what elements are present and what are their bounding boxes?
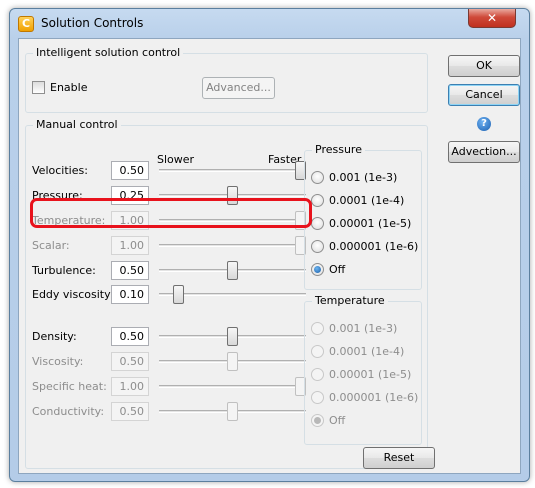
- viscosity-value-field[interactable]: 0.50: [111, 352, 149, 371]
- pressure-option-label: 0.000001 (1e-6): [329, 240, 419, 253]
- temperature-option-label: 0.001 (1e-3): [329, 322, 398, 335]
- solution-controls-window: C Solution Controls ✕ Intelligent soluti…: [9, 8, 530, 482]
- enable-label: Enable: [50, 81, 88, 94]
- specific-heat-label: Specific heat:: [32, 380, 107, 393]
- temperature-radio-selected-dot: [314, 417, 321, 424]
- temperature-option-label: Off: [329, 414, 346, 427]
- pressure-option-label: 0.001 (1e-3): [329, 171, 398, 184]
- turbulence-label: Turbulence:: [32, 264, 96, 277]
- pressure-radio-0-0001[interactable]: [311, 194, 324, 207]
- pressure-radio-selected-dot: [314, 266, 321, 273]
- advanced-button[interactable]: Advanced...: [202, 77, 275, 99]
- ok-button[interactable]: OK: [448, 55, 520, 77]
- turbulence-slider-thumb[interactable]: [227, 261, 238, 280]
- slower-label: Slower: [157, 153, 195, 166]
- scalar-slider-track: [159, 244, 306, 247]
- temperature-option-label: 0.00001 (1e-5): [329, 368, 412, 381]
- pressure-group: Pressure 0.001 (1e-3) 0.0001 (1e-4) 0.0000…: [304, 143, 422, 290]
- density-slider-thumb[interactable]: [227, 327, 238, 346]
- temperature-group: Temperature 0.001 (1e-3) 0.0001 (1e-4) 0.0…: [304, 294, 422, 445]
- intelligent-solution-title: Intelligent solution control: [33, 46, 184, 59]
- temperature-radio-0-00001[interactable]: [311, 368, 324, 381]
- eddy-viscosity-slider-thumb[interactable]: [173, 285, 184, 304]
- temperature-option-label: 0.000001 (1e-6): [329, 391, 419, 404]
- velocities-slider-track: [159, 169, 306, 172]
- pressure-row-highlight: [30, 198, 312, 228]
- density-value-field[interactable]: 0.50: [111, 327, 149, 346]
- pressure-group-title: Pressure: [312, 143, 365, 156]
- cancel-button[interactable]: Cancel: [448, 84, 520, 106]
- dialog-body: Intelligent solution control Enable Adva…: [18, 38, 521, 474]
- manual-control-group: Manual control Slower Faster Velocities:…: [25, 118, 435, 469]
- pressure-radio-0-000001[interactable]: [311, 240, 324, 253]
- viscosity-label: Viscosity:: [32, 355, 84, 368]
- specific-heat-slider-track: [159, 385, 306, 388]
- reset-button[interactable]: Reset: [363, 447, 435, 469]
- window-title: Solution Controls: [41, 16, 144, 30]
- title-bar[interactable]: C Solution Controls ✕: [10, 9, 529, 37]
- pressure-option-label: 0.0001 (1e-4): [329, 194, 405, 207]
- pressure-option-label: Off: [329, 263, 346, 276]
- eddy-viscosity-value-field[interactable]: 0.10: [111, 285, 149, 304]
- manual-control-title: Manual control: [33, 118, 121, 131]
- pressure-radio-0-001[interactable]: [311, 171, 324, 184]
- conductivity-value-field[interactable]: 0.50: [111, 402, 149, 421]
- pressure-radio-0-00001[interactable]: [311, 217, 324, 230]
- velocities-value-field[interactable]: 0.50: [111, 161, 149, 180]
- velocities-label: Velocities:: [32, 164, 88, 177]
- temperature-group-title: Temperature: [312, 294, 388, 307]
- temperature-radio-0-0001[interactable]: [311, 345, 324, 358]
- scalar-label: Scalar:: [32, 239, 70, 252]
- advection-button[interactable]: Advection...: [448, 141, 520, 163]
- enable-checkbox[interactable]: [32, 81, 45, 94]
- app-icon: C: [18, 16, 34, 32]
- temperature-radio-off[interactable]: [311, 414, 324, 427]
- scalar-value-field[interactable]: 1.00: [111, 236, 149, 255]
- help-icon[interactable]: ?: [477, 117, 491, 131]
- temperature-radio-0-000001[interactable]: [311, 391, 324, 404]
- pressure-radio-off[interactable]: [311, 263, 324, 276]
- conductivity-label: Conductivity:: [32, 405, 105, 418]
- close-button[interactable]: ✕: [468, 9, 516, 28]
- turbulence-value-field[interactable]: 0.50: [111, 261, 149, 280]
- conductivity-slider-thumb[interactable]: [227, 402, 238, 421]
- specific-heat-value-field[interactable]: 1.00: [111, 377, 149, 396]
- temperature-radio-0-001[interactable]: [311, 322, 324, 335]
- intelligent-solution-group: Intelligent solution control Enable Adva…: [25, 46, 428, 113]
- viscosity-slider-thumb[interactable]: [227, 352, 238, 371]
- density-label: Density:: [32, 330, 77, 343]
- pressure-option-label: 0.00001 (1e-5): [329, 217, 412, 230]
- eddy-viscosity-label: Eddy viscosity:: [32, 288, 114, 301]
- temperature-option-label: 0.0001 (1e-4): [329, 345, 405, 358]
